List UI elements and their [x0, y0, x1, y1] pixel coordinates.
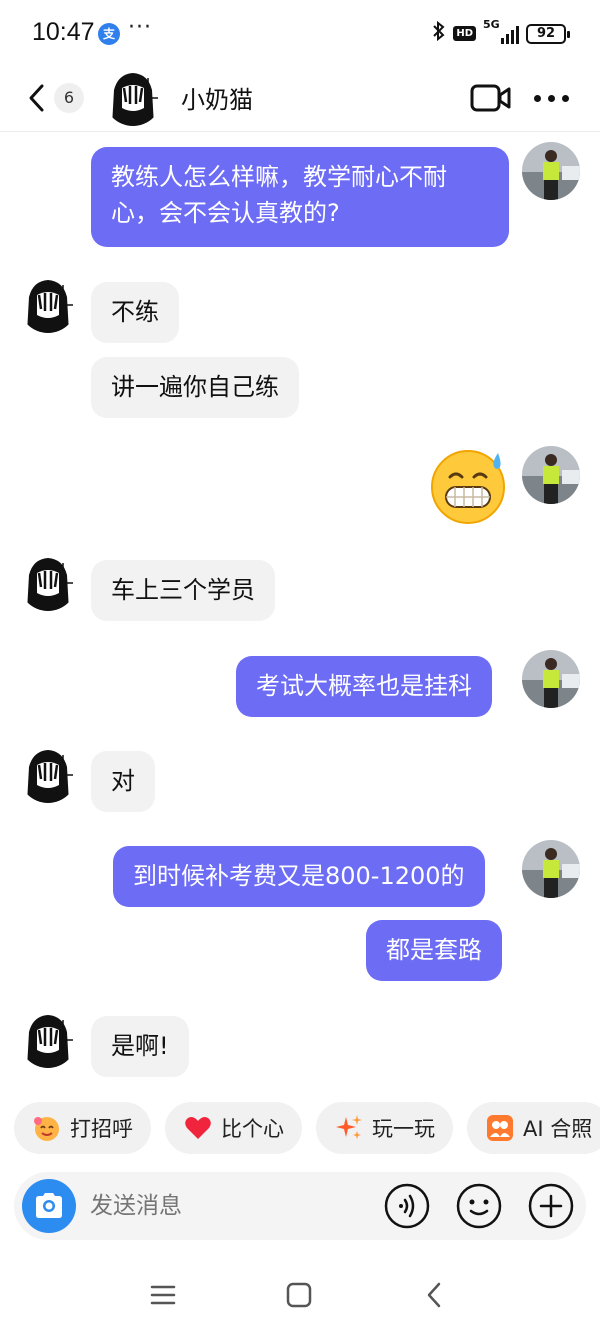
message-text: 不练 [111, 298, 159, 326]
square-home-icon [286, 1282, 312, 1308]
driving-coach-photo-icon [522, 142, 580, 200]
chevron-left-icon [29, 84, 44, 112]
sparkle-icon [336, 1115, 362, 1139]
heart-icon [185, 1117, 211, 1139]
wave-emoji-icon [34, 1117, 59, 1141]
contact-avatar[interactable] [19, 275, 77, 333]
my-avatar[interactable] [522, 650, 580, 708]
quick-reply-bar: 打招呼 比个心 玩一玩 AI 合照 [14, 1102, 600, 1154]
message-bubble-received[interactable]: 讲一遍你自己练 [91, 357, 299, 418]
message-text-line: 心，会不会认真教的? [111, 199, 340, 227]
camera-icon [36, 1193, 62, 1218]
alipay-notification-icon: 支 [98, 23, 120, 45]
hd-voice-icon: HD [453, 26, 476, 41]
bluetooth-icon [432, 20, 446, 47]
dot-icon [562, 94, 569, 102]
signal-icon: 5G [483, 18, 519, 46]
quick-reply-ai-photo[interactable]: AI 合照 [467, 1102, 600, 1154]
ai-photo-icon [487, 1115, 513, 1141]
message-text: 对 [111, 767, 135, 795]
contact-avatar[interactable] [19, 1010, 77, 1068]
message-bubble-received[interactable]: 车上三个学员 [91, 560, 275, 621]
quick-reply-heart[interactable]: 比个心 [165, 1102, 302, 1154]
smiley-face-icon [456, 1183, 502, 1229]
message-text-line: 教练人怎么样嘛，教学耐心不耐 [111, 163, 447, 191]
contact-name: 小奶猫 [181, 86, 253, 114]
my-avatar[interactable] [522, 142, 580, 200]
unread-count-badge: 6 [54, 83, 84, 113]
driving-coach-photo-icon [522, 446, 580, 504]
sticker-message[interactable] [428, 447, 512, 525]
system-back-button[interactable] [420, 1280, 450, 1310]
message-text: 讲一遍你自己练 [111, 373, 279, 401]
anime-girl-avatar-icon [104, 68, 162, 126]
message-bubble-sent[interactable]: 都是套路 [366, 920, 502, 981]
chevron-left-icon [427, 1282, 441, 1308]
video-camera-icon [470, 84, 511, 112]
quick-reply-greet[interactable]: 打招呼 [14, 1102, 151, 1154]
home-button[interactable] [284, 1280, 314, 1310]
anime-girl-avatar-icon [19, 745, 77, 803]
message-text: 考试大概率也是挂科 [256, 672, 472, 700]
menu-lines-icon [150, 1285, 176, 1305]
driving-coach-photo-icon [522, 840, 580, 898]
add-attachment-button[interactable] [528, 1183, 574, 1229]
chat-header: 6 小奶猫 [0, 66, 600, 132]
message-input[interactable] [90, 1186, 370, 1226]
grimacing-sweat-emoji-icon [431, 450, 505, 524]
more-notifications-icon: ··· [128, 15, 152, 40]
quick-reply-play[interactable]: 玩一玩 [316, 1102, 453, 1154]
quick-reply-label: AI 合照 [523, 1117, 593, 1141]
contact-avatar[interactable] [104, 68, 162, 126]
quick-reply-label: 比个心 [221, 1117, 284, 1141]
network-label: 5G [483, 17, 500, 31]
quick-reply-label: 玩一玩 [372, 1117, 435, 1141]
dot-icon [534, 94, 541, 102]
emoji-button[interactable] [456, 1183, 502, 1229]
message-bubble-received[interactable]: 是啊! [91, 1016, 189, 1077]
back-button[interactable]: 6 [26, 78, 88, 118]
voice-wave-icon [384, 1183, 430, 1229]
message-text: 车上三个学员 [111, 576, 255, 604]
message-bubble-received[interactable]: 对 [91, 751, 155, 812]
my-avatar[interactable] [522, 840, 580, 898]
message-text: 都是套路 [386, 936, 482, 964]
message-bubble-sent[interactable]: 到时候补考费又是800-1200的 [113, 846, 485, 907]
dot-icon [548, 94, 555, 102]
driving-coach-photo-icon [522, 650, 580, 708]
battery-icon: 92 [526, 23, 570, 44]
more-options-button[interactable] [534, 90, 574, 106]
status-time: 10:47 [32, 18, 95, 46]
my-avatar[interactable] [522, 446, 580, 504]
message-bubble-sent[interactable]: 教练人怎么样嘛，教学耐心不耐 心，会不会认真教的? [91, 147, 509, 247]
message-bubble-sent[interactable]: 考试大概率也是挂科 [236, 656, 492, 717]
video-call-button[interactable] [470, 82, 512, 114]
system-nav-bar [0, 1268, 600, 1324]
message-bubble-received[interactable]: 不练 [91, 282, 179, 343]
anime-girl-avatar-icon [19, 1010, 77, 1068]
anime-girl-avatar-icon [19, 275, 77, 333]
message-composer [14, 1172, 586, 1240]
contact-avatar[interactable] [19, 745, 77, 803]
plus-circle-icon [528, 1183, 574, 1229]
recent-apps-button[interactable] [148, 1280, 178, 1310]
contact-avatar[interactable] [19, 553, 77, 611]
quick-reply-label: 打招呼 [70, 1117, 133, 1141]
anime-girl-avatar-icon [19, 553, 77, 611]
message-text: 到时候补考费又是800-1200的 [133, 862, 465, 890]
status-bar: 10:47 支 ··· HD 5G 92 [0, 0, 600, 66]
camera-button[interactable] [22, 1179, 76, 1233]
message-text: 是啊! [111, 1032, 169, 1060]
voice-message-button[interactable] [384, 1183, 430, 1229]
